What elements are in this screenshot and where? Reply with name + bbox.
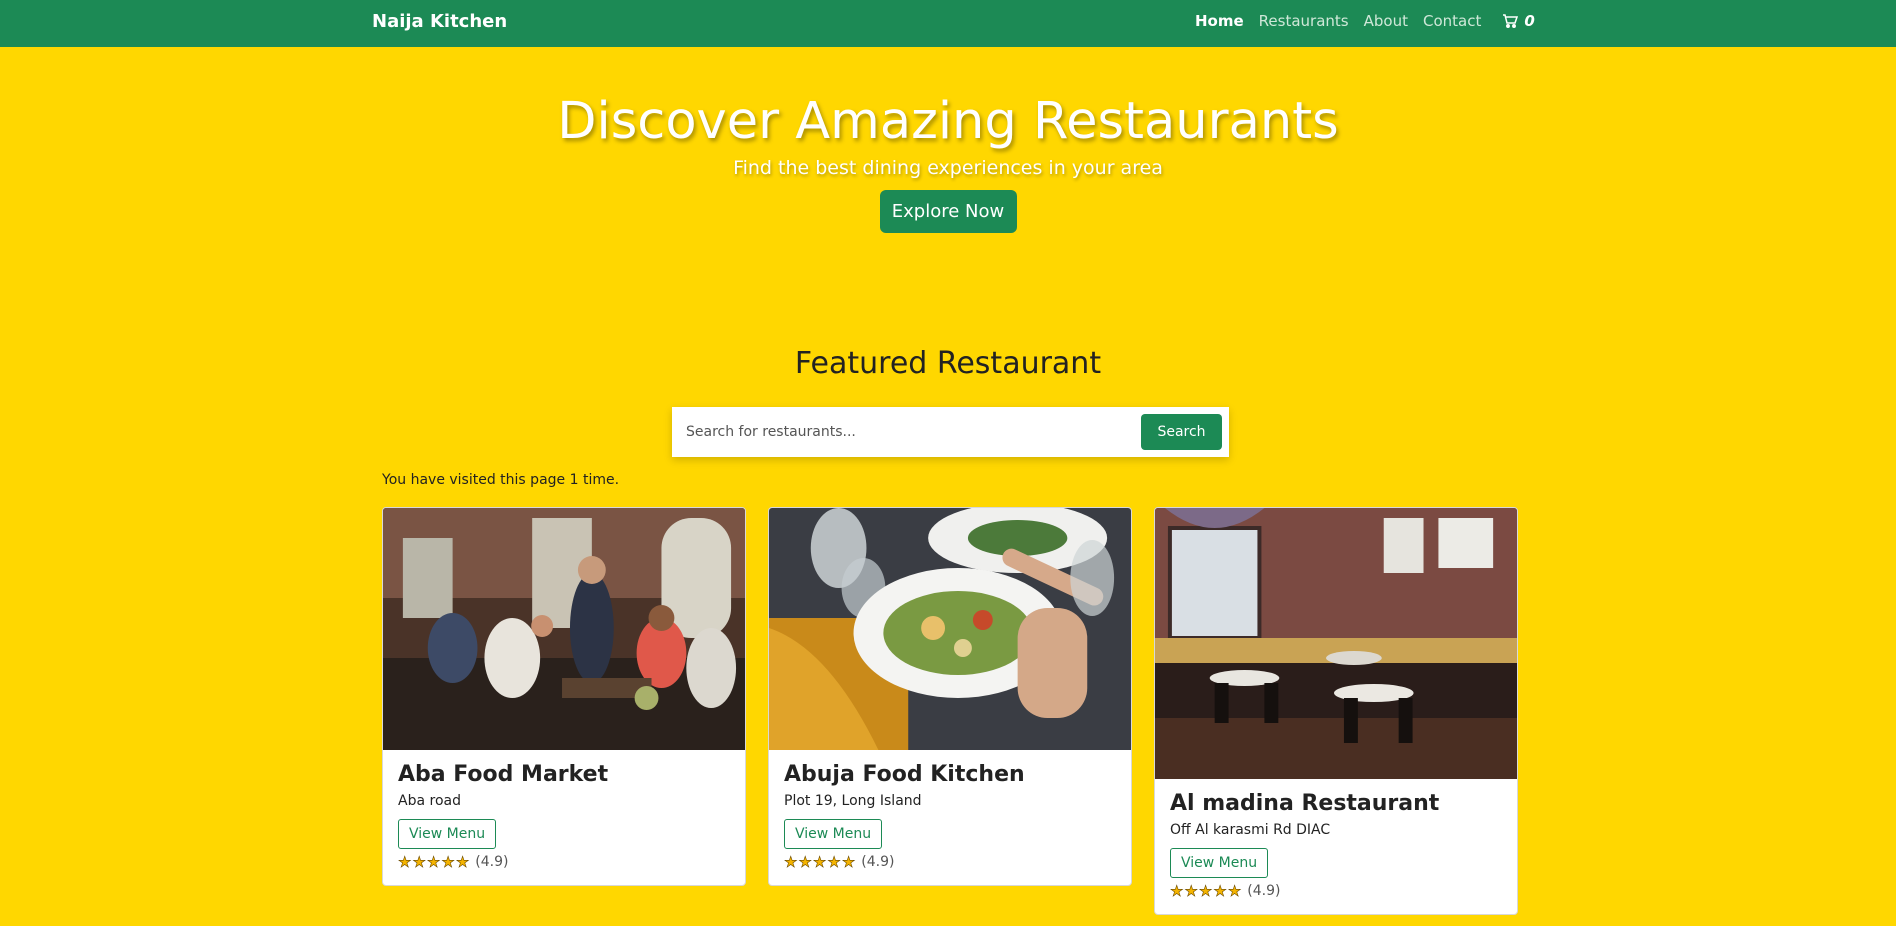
nav-contact[interactable]: Contact [1423, 12, 1481, 30]
navbar: Naija Kitchen Home Restaurants About Con… [0, 0, 1896, 47]
restaurant-rating: ★ ★ ★ ★ ★ (4.9) [784, 853, 1116, 872]
restaurant-name: Abuja Food Kitchen [784, 762, 1025, 787]
star-icon: ★ [812, 853, 827, 872]
star-icon: ★ [412, 853, 426, 872]
star-icon: ★ [1213, 882, 1227, 901]
hero-title: Discover Amazing Restaurants [557, 92, 1339, 151]
visit-counter: You have visited this page 1 time. [382, 472, 620, 488]
view-menu-button[interactable]: View Menu [398, 819, 497, 849]
star-icon: ★ [1227, 882, 1242, 901]
restaurant-name: Al madina Restaurant [1170, 791, 1440, 816]
restaurant-image [383, 508, 745, 750]
star-icon: ★ [441, 853, 455, 872]
cart-icon [1503, 14, 1519, 28]
brand-logo[interactable]: Naija Kitchen [372, 11, 507, 32]
restaurant-image [769, 508, 1131, 750]
restaurant-address: Plot 19, Long Island [784, 793, 922, 809]
star-icon: ★ [798, 853, 812, 872]
search-bar: Search [672, 407, 1229, 457]
restaurant-card: Aba Food Market Aba road View Menu ★ ★ ★ ★ ★… [382, 507, 746, 886]
search-input[interactable] [686, 407, 1136, 457]
star-icon: ★ [827, 853, 841, 872]
restaurant-address: Off Al karasmi Rd DIAC [1170, 822, 1331, 838]
restaurant-card: Al madina Restaurant Off Al karasmi Rd D… [1154, 507, 1518, 915]
star-icon: ★ [1184, 882, 1198, 901]
nav-home[interactable]: Home [1195, 12, 1244, 30]
nav-links: Home Restaurants About Contact 0 [1195, 12, 1535, 30]
cart-count: 0 [1524, 12, 1535, 30]
restaurant-card: Abuja Food Kitchen Plot 19, Long Island … [768, 507, 1132, 886]
explore-now-button[interactable]: Explore Now [879, 190, 1017, 233]
nav-about[interactable]: About [1364, 12, 1408, 30]
cart-button[interactable]: 0 [1502, 12, 1535, 30]
restaurant-image [1155, 508, 1517, 779]
restaurant-name: Aba Food Market [398, 762, 609, 787]
star-icon: ★ [1170, 882, 1184, 901]
view-menu-button[interactable]: View Menu [784, 819, 883, 849]
restaurant-rating: ★ ★ ★ ★ ★ (4.9) [1170, 882, 1502, 901]
star-icon: ★ [398, 853, 412, 872]
nav-restaurants[interactable]: Restaurants [1259, 12, 1349, 30]
star-icon: ★ [455, 853, 470, 872]
rating-value: (4.9) [861, 854, 895, 870]
star-icon: ★ [841, 853, 856, 872]
star-icon: ★ [1198, 882, 1213, 901]
hero-section: Discover Amazing Restaurants Find the be… [0, 91, 1896, 233]
restaurant-address: Aba road [398, 793, 461, 809]
restaurant-rating: ★ ★ ★ ★ ★ (4.9) [398, 853, 730, 872]
search-button[interactable]: Search [1141, 414, 1222, 450]
view-menu-button[interactable]: View Menu [1170, 848, 1269, 878]
rating-value: (4.9) [1247, 883, 1281, 899]
hero-subtitle: Find the best dining experiences in your… [733, 157, 1163, 179]
star-icon: ★ [784, 853, 798, 872]
star-icon: ★ [426, 853, 441, 872]
featured-title: Featured Restaurant [794, 346, 1102, 381]
rating-value: (4.9) [475, 854, 509, 870]
